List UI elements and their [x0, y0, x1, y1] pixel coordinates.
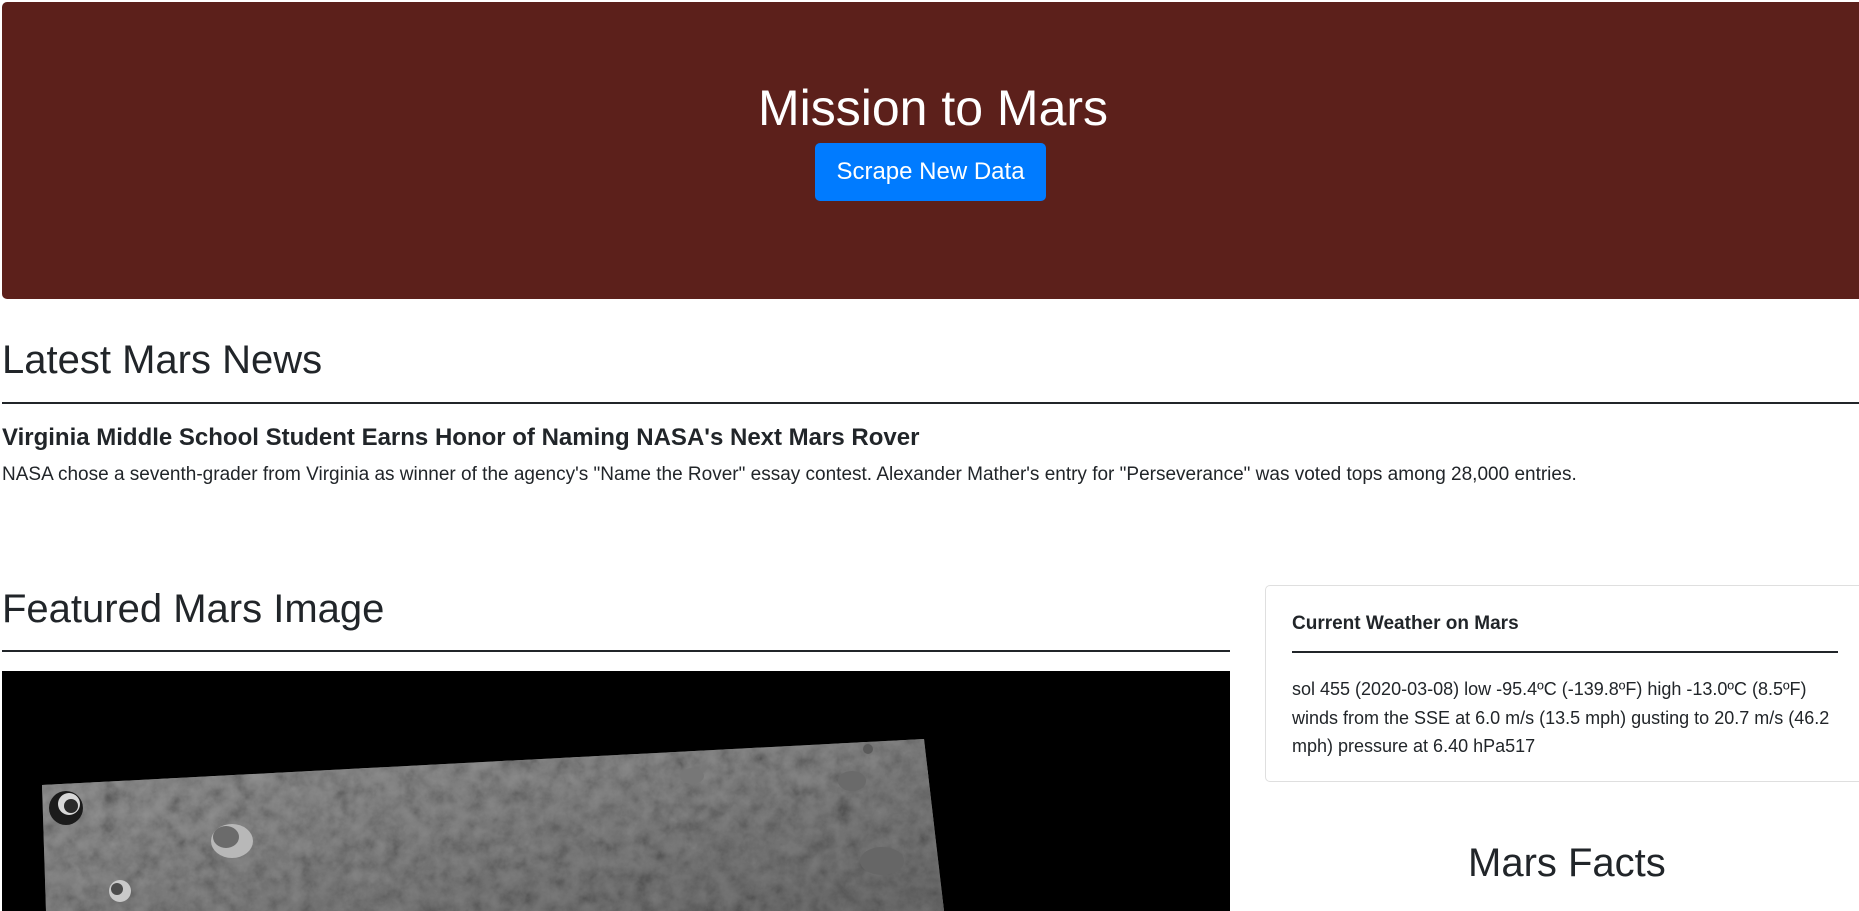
mars-facts-heading: Mars Facts: [1468, 841, 1666, 885]
featured-mars-image[interactable]: [2, 671, 1230, 911]
news-divider: [2, 402, 1859, 404]
weather-card: Current Weather on Mars sol 455 (2020-03…: [1265, 585, 1859, 782]
news-headline: Virginia Middle School Student Earns Hon…: [2, 424, 920, 451]
weather-divider: [1292, 651, 1838, 653]
scrape-new-data-button[interactable]: Scrape New Data: [815, 143, 1046, 201]
news-teaser: NASA chose a seventh-grader from Virgini…: [2, 464, 1577, 485]
page-title: Mission to Mars: [757, 80, 1109, 136]
featured-image-divider: [2, 650, 1230, 652]
weather-card-title: Current Weather on Mars: [1292, 613, 1519, 634]
latest-news-heading: Latest Mars News: [2, 338, 323, 382]
mars-surface-image: [42, 739, 944, 911]
featured-image-heading: Featured Mars Image: [2, 587, 385, 631]
weather-report: sol 455 (2020-03-08) low -95.4ºC (-139.8…: [1292, 679, 1830, 756]
